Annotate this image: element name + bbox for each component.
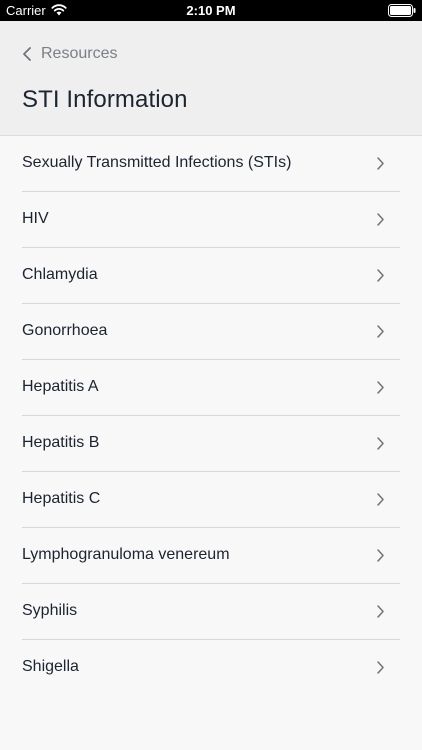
back-button[interactable]: Resources <box>22 43 117 65</box>
back-label: Resources <box>41 45 118 62</box>
chevron-right-icon <box>377 213 384 226</box>
chevron-right-icon <box>377 493 384 506</box>
list-item-lymphogranuloma-venereum[interactable]: Lymphogranuloma venereum <box>0 528 422 584</box>
list-item-label: Chlamydia <box>22 266 98 283</box>
list-item-stis[interactable]: Sexually Transmitted Infections (STIs) <box>0 136 422 192</box>
page-title: STI Information <box>22 86 188 113</box>
battery-icon <box>388 4 416 17</box>
list-item-label: HIV <box>22 210 49 227</box>
list-item-syphilis[interactable]: Syphilis <box>0 584 422 640</box>
chevron-left-icon <box>23 47 31 61</box>
list-item-label: Sexually Transmitted Infections (STIs) <box>22 154 292 171</box>
chevron-right-icon <box>377 381 384 394</box>
list-item-chlamydia[interactable]: Chlamydia <box>0 248 422 304</box>
chevron-right-icon <box>377 661 384 674</box>
chevron-right-icon <box>377 605 384 618</box>
list-item-label: Gonorrhoea <box>22 322 108 339</box>
chevron-right-icon <box>377 269 384 282</box>
list-item-gonorrhoea[interactable]: Gonorrhoea <box>0 304 422 360</box>
list-item-hepatitis-b[interactable]: Hepatitis B <box>0 416 422 472</box>
list-item-label: Syphilis <box>22 602 78 619</box>
list-item-hepatitis-a[interactable]: Hepatitis A <box>0 360 422 416</box>
list-item-label: Hepatitis B <box>22 434 100 451</box>
chevron-right-icon <box>377 549 384 562</box>
list-item-hepatitis-c[interactable]: Hepatitis C <box>0 472 422 528</box>
chevron-right-icon <box>377 157 384 170</box>
navigation-header: Resources STI Information <box>0 21 422 136</box>
status-time: 2:10 PM <box>186 3 236 18</box>
list-item-label: Hepatitis A <box>22 378 99 395</box>
list-item-label: Hepatitis C <box>22 490 101 507</box>
chevron-right-icon <box>377 325 384 338</box>
list-item-shigella[interactable]: Shigella <box>0 640 422 696</box>
list-item-hiv[interactable]: HIV <box>0 192 422 248</box>
chevron-right-icon <box>377 437 384 450</box>
list-item-label: Shigella <box>22 658 79 675</box>
status-bar: Carrier 2:10 PM <box>0 0 422 21</box>
list-item-label: Lymphogranuloma venereum <box>22 546 230 563</box>
sti-topic-list: Sexually Transmitted Infections (STIs) H… <box>0 136 422 696</box>
